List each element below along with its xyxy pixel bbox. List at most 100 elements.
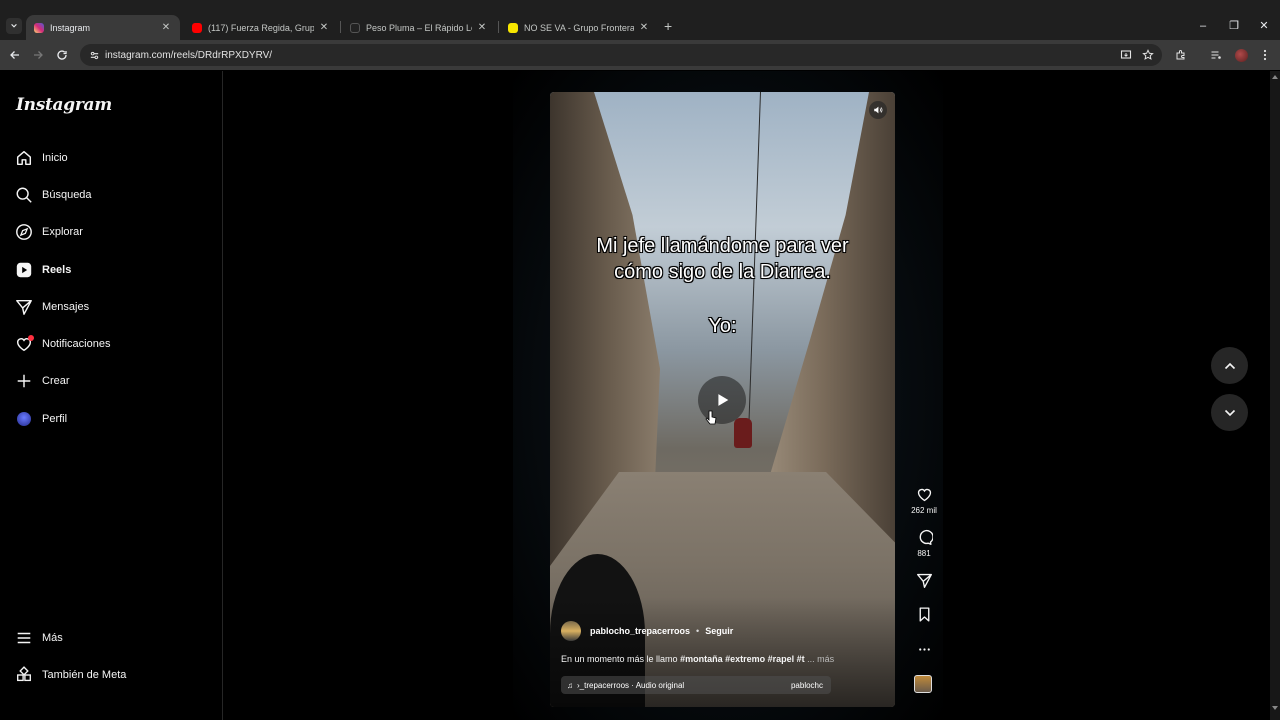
sidebar-item-label: Crear xyxy=(42,375,70,387)
sidebar: Instagram Inicio Búsqueda Explorar Reels xyxy=(0,71,223,720)
audio-thumbnail[interactable] xyxy=(914,675,932,693)
caption-more-link[interactable]: ... más xyxy=(807,654,834,664)
lyrics-favicon-icon xyxy=(508,22,518,33)
home-icon xyxy=(14,148,34,168)
instagram-logo[interactable]: Instagram xyxy=(16,95,112,115)
audio-text: ›_trepacerroos · Audio original xyxy=(577,680,685,690)
audio-text-tail: pablochc xyxy=(790,680,823,690)
sidebar-item-reels[interactable]: Reels xyxy=(14,256,71,284)
like-action[interactable]: 262 mil xyxy=(906,486,942,515)
browser-tab-strip: Instagram ✕ (117) Fuerza Regida, Grupo F… xyxy=(0,0,1280,40)
more-options-action[interactable] xyxy=(906,641,942,658)
reload-icon xyxy=(57,50,67,60)
search-icon xyxy=(14,185,34,205)
close-tab-icon[interactable]: ✕ xyxy=(476,22,488,33)
browser-tab-lyrics-2[interactable]: NO SE VA - Grupo Frontera - LE ✕ xyxy=(500,15,658,40)
send-icon xyxy=(14,297,34,317)
caption-hashtags[interactable]: #montaña #extremo #rapel #t xyxy=(680,654,805,664)
install-app-icon[interactable] xyxy=(1118,47,1134,63)
bookmark-icon[interactable] xyxy=(916,606,933,623)
chevron-down-icon xyxy=(11,24,17,28)
close-tab-icon[interactable]: ✕ xyxy=(638,22,650,33)
meta-grid-icon xyxy=(14,665,34,685)
sidebar-item-label: Inicio xyxy=(42,152,68,164)
instagram-page: Instagram Inicio Búsqueda Explorar Reels xyxy=(0,71,1270,720)
tab-separator xyxy=(498,21,499,33)
browser-toolbar: instagram.com/reels/DRdrRPXDYRV/ xyxy=(0,40,1280,70)
close-window-button[interactable]: ✕ xyxy=(1254,18,1274,34)
browser-tab-youtube[interactable]: (117) Fuerza Regida, Grupo Fro ✕ xyxy=(184,15,338,40)
close-tab-icon[interactable]: ✕ xyxy=(318,22,330,33)
new-tab-button[interactable]: + xyxy=(664,18,672,34)
tab-title: Peso Pluma – El Rápido Letra | xyxy=(366,22,472,33)
comment-action[interactable]: 881 xyxy=(906,529,942,558)
tab-search-button[interactable] xyxy=(6,18,22,34)
arrow-right-icon xyxy=(34,51,43,59)
sidebar-item-mas[interactable]: Más xyxy=(14,624,63,652)
sidebar-item-label: Búsqueda xyxy=(42,189,92,201)
scroll-up-icon[interactable] xyxy=(1272,75,1278,79)
comment-count: 881 xyxy=(917,549,931,558)
sidebar-item-label: Mensajes xyxy=(42,301,90,313)
sidebar-item-label: Notificaciones xyxy=(42,338,111,350)
minimize-button[interactable]: – xyxy=(1193,18,1213,34)
author-avatar[interactable] xyxy=(561,621,581,641)
overlay-text-line-3: Yo: xyxy=(708,315,737,337)
video-scene-climber xyxy=(734,418,752,448)
back-button[interactable] xyxy=(7,47,23,63)
sidebar-item-crear[interactable]: Crear xyxy=(14,367,70,395)
next-reel-button[interactable] xyxy=(1211,394,1248,431)
sidebar-item-busqueda[interactable]: Búsqueda xyxy=(14,181,92,209)
send-icon[interactable] xyxy=(916,572,933,589)
sidebar-item-inicio[interactable]: Inicio xyxy=(14,144,68,172)
reload-button[interactable] xyxy=(54,47,70,63)
restore-button[interactable]: ❐ xyxy=(1224,18,1244,34)
caption-text: En un momento más le llamo xyxy=(561,654,681,664)
page-scrollbar[interactable] xyxy=(1270,71,1280,720)
forward-button[interactable] xyxy=(30,47,46,63)
scroll-down-icon[interactable] xyxy=(1272,706,1278,710)
media-controls-icon[interactable] xyxy=(1208,47,1224,63)
url-text: instagram.com/reels/DRdrRPXDYRV/ xyxy=(105,49,273,61)
sidebar-item-perfil[interactable]: Perfil xyxy=(14,405,67,433)
profile-avatar-icon[interactable] xyxy=(1233,47,1249,63)
close-tab-icon[interactable]: ✕ xyxy=(160,22,172,33)
site-info-icon[interactable] xyxy=(86,47,102,63)
address-bar[interactable]: instagram.com/reels/DRdrRPXDYRV/ xyxy=(80,44,1162,66)
menu-icon xyxy=(14,628,34,648)
chevron-down-icon xyxy=(1224,409,1235,416)
sidebar-item-label: Explorar xyxy=(42,226,83,238)
save-action[interactable] xyxy=(906,606,942,623)
comment-icon[interactable] xyxy=(916,529,933,546)
instagram-favicon-icon xyxy=(34,22,44,33)
tab-title: Instagram xyxy=(50,22,91,33)
compass-icon xyxy=(14,222,34,242)
follow-button[interactable]: Seguir xyxy=(705,626,733,636)
speaker-icon xyxy=(874,106,883,114)
sidebar-item-explorar[interactable]: Explorar xyxy=(14,218,83,246)
overlay-text-line-1: Mi jefe llamándome para ver xyxy=(596,235,849,257)
previous-reel-button[interactable] xyxy=(1211,347,1248,384)
notification-dot xyxy=(28,335,34,341)
heart-icon[interactable] xyxy=(916,486,933,503)
browser-tab-lyrics[interactable]: Peso Pluma – El Rápido Letra | ✕ xyxy=(342,15,496,40)
author-username[interactable]: pablocho_trepacerroos xyxy=(590,626,690,636)
extensions-icon[interactable] xyxy=(1173,47,1189,63)
sidebar-item-notificaciones[interactable]: Notificaciones xyxy=(14,330,110,358)
sidebar-item-tambien-de-meta[interactable]: También de Meta xyxy=(14,661,126,689)
audio-attribution[interactable]: ♫ ›_trepacerroos · Audio original pabloc… xyxy=(561,676,831,694)
share-action[interactable] xyxy=(906,572,942,589)
bookmark-star-icon[interactable] xyxy=(1140,47,1156,63)
browser-tab-instagram[interactable]: Instagram ✕ xyxy=(26,15,180,40)
reel-author: pablocho_trepacerroos • Seguir xyxy=(561,621,733,641)
sidebar-item-label: Perfil xyxy=(42,413,68,425)
browser-menu-icon[interactable] xyxy=(1257,47,1273,63)
reel-video[interactable]: Mi jefe llamándome para ver cómo sigo de… xyxy=(550,92,895,707)
mute-button[interactable] xyxy=(869,101,887,119)
like-count: 262 mil xyxy=(911,506,937,515)
mouse-cursor-icon xyxy=(705,410,717,431)
heart-icon xyxy=(14,334,34,354)
sidebar-item-mensajes[interactable]: Mensajes xyxy=(14,293,89,321)
more-dots-icon[interactable] xyxy=(916,641,933,658)
music-note-icon: ♫ xyxy=(567,680,573,690)
